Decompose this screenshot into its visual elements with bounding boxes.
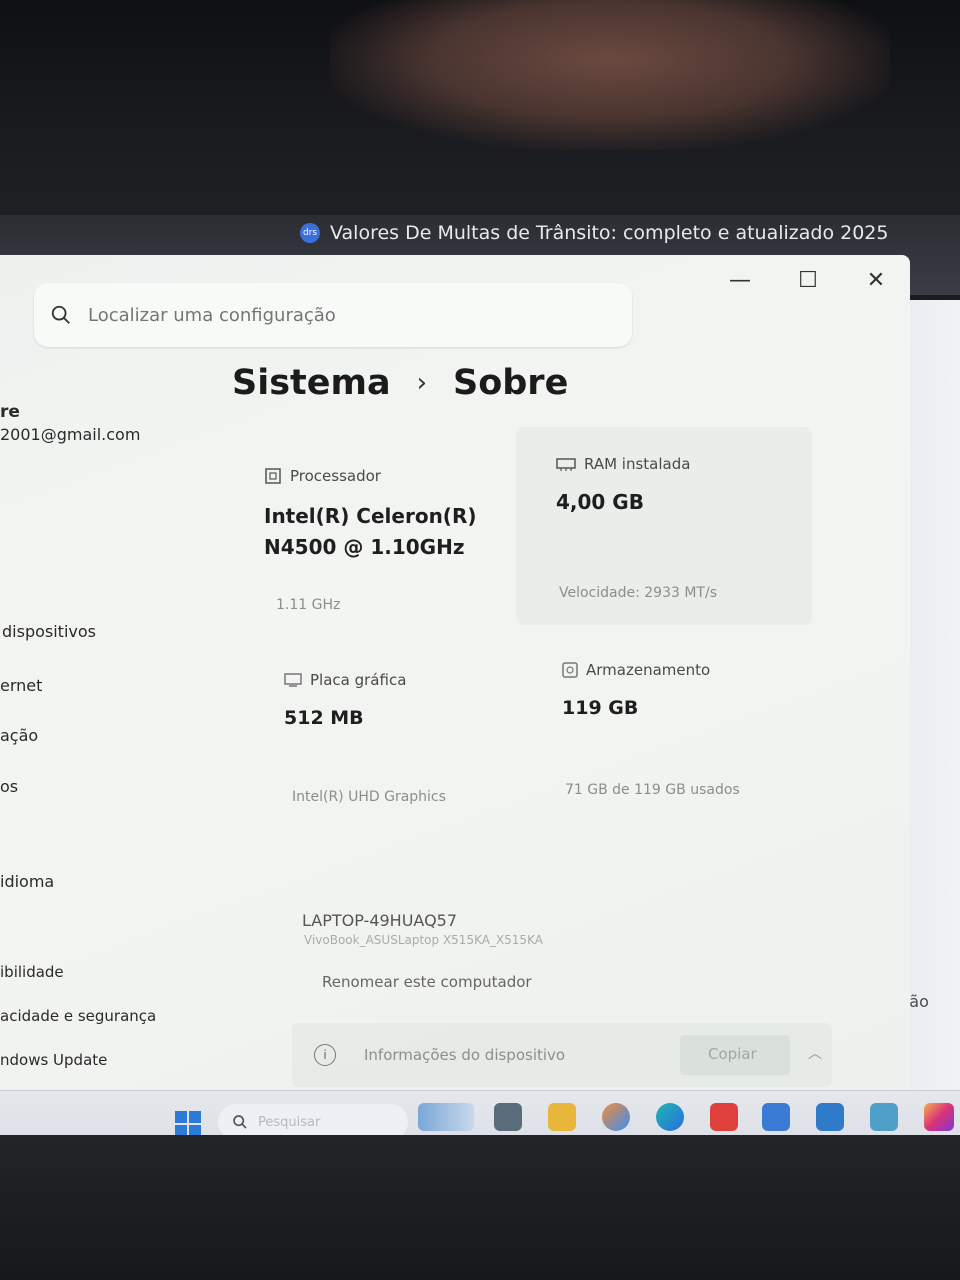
window-controls: — ☐ ✕	[706, 255, 910, 305]
search-icon	[51, 305, 70, 324]
browser-tab[interactable]: drs Valores De Multas de Trânsito: compl…	[300, 222, 888, 244]
gpu-icon	[284, 673, 302, 687]
rename-computer-link[interactable]: Renomear este computador	[322, 973, 532, 991]
info-icon: i	[314, 1044, 336, 1066]
storage-icon	[562, 662, 578, 678]
app-icon[interactable]	[870, 1103, 898, 1131]
instagram-icon[interactable]	[924, 1103, 954, 1131]
processor-card: Processador Intel(R) Celeron(R) N4500 @ …	[264, 467, 477, 563]
storage-value: 119 GB	[562, 697, 639, 719]
sidebar-item-devices[interactable]: dispositivos	[2, 622, 96, 641]
ram-value: 4,00 GB	[556, 490, 644, 514]
settings-search-box[interactable]	[34, 283, 632, 347]
storage-card: Armazenamento 119 GB	[562, 661, 710, 724]
device-info-bar[interactable]: i Informações do dispositivo Copiar ︿	[292, 1023, 832, 1087]
breadcrumb-current: Sobre	[453, 363, 569, 403]
processor-label: Processador	[290, 467, 381, 485]
microsoft-store-icon[interactable]	[816, 1103, 844, 1131]
chevron-up-icon[interactable]: ︿	[808, 1043, 822, 1063]
sidebar-item-accessibility[interactable]: ibilidade	[0, 963, 64, 981]
breadcrumb: Sistema › Sobre	[232, 363, 568, 403]
ram-label: RAM instalada	[584, 455, 691, 473]
site-favicon-icon: drs	[300, 223, 320, 243]
search-input[interactable]	[86, 303, 610, 327]
breadcrumb-parent[interactable]: Sistema	[232, 363, 391, 403]
asus-myasus-icon[interactable]	[762, 1103, 790, 1131]
gpu-label: Placa gráfica	[310, 671, 407, 689]
device-info-label: Informações do dispositivo	[364, 1046, 566, 1064]
sidebar-item-apps[interactable]: os	[0, 777, 18, 796]
device-name: LAPTOP-49HUAQ57	[302, 911, 458, 930]
device-model: VivoBook_ASUSLaptop X515KA_X515KA	[304, 933, 543, 947]
processor-name: Intel(R) Celeron(R)	[264, 504, 477, 528]
chevron-right-icon: ›	[416, 368, 427, 398]
windows-start-icon[interactable]	[174, 1110, 202, 1138]
background-fabric	[330, 0, 890, 150]
ram-card: RAM instalada 4,00 GB	[556, 455, 690, 518]
file-explorer-icon[interactable]	[548, 1103, 576, 1131]
storage-label: Armazenamento	[586, 661, 711, 679]
copy-button[interactable]: Copiar	[708, 1045, 757, 1063]
search-icon	[233, 1115, 247, 1129]
user-name: re	[0, 402, 20, 422]
minimize-button[interactable]: —	[706, 255, 774, 305]
processor-model: N4500 @ 1.10GHz	[264, 535, 465, 559]
edge-icon[interactable]	[656, 1103, 684, 1131]
sidebar-item-internet[interactable]: ernet	[0, 676, 42, 695]
sidebar-item-language[interactable]: idioma	[0, 872, 54, 891]
browser-tab-title: Valores De Multas de Trânsito: completo …	[330, 222, 889, 244]
settings-window: — ☐ ✕ Sistema › Sobre re 2001@gmail.com …	[0, 255, 910, 1090]
user-email: 2001@gmail.com	[0, 425, 141, 444]
cpu-icon	[265, 468, 281, 484]
taskbar-search-placeholder: Pesquisar	[258, 1114, 321, 1130]
widgets-icon[interactable]	[418, 1103, 474, 1131]
sidebar-item-windows-update[interactable]: ndows Update	[0, 1051, 107, 1069]
maximize-button[interactable]: ☐	[774, 255, 842, 305]
sidebar-item-personalization[interactable]: ação	[0, 726, 38, 745]
mcafee-icon[interactable]	[710, 1103, 738, 1131]
gpu-card: Placa gráfica 512 MB	[284, 671, 406, 734]
processor-speed: 1.11 GHz	[276, 597, 341, 613]
sidebar-item-privacy[interactable]: acidade e segurança	[0, 1007, 156, 1025]
task-view-icon[interactable]	[494, 1103, 522, 1131]
close-button[interactable]: ✕	[842, 255, 910, 305]
ram-icon	[556, 458, 576, 471]
ram-speed: Velocidade: 2933 MT/s	[559, 585, 717, 601]
laptop-bezel	[0, 1135, 960, 1280]
gpu-name: Intel(R) UHD Graphics	[292, 789, 446, 805]
storage-usage: 71 GB de 119 GB usados	[565, 782, 740, 798]
gpu-value: 512 MB	[284, 707, 364, 729]
copilot-icon[interactable]	[602, 1103, 630, 1131]
